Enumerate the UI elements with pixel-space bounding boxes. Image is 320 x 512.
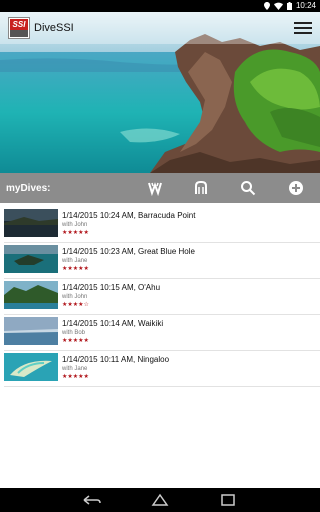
- dive-list-item[interactable]: 1/14/2015 10:15 AM, O'Ahu with John ★★★★…: [4, 279, 320, 315]
- home-icon[interactable]: [150, 493, 170, 507]
- mydives-toolbar: myDives:: [0, 173, 320, 203]
- dive-thumbnail: [4, 353, 58, 381]
- status-bar: 10:24: [0, 0, 320, 12]
- status-time: 10:24: [295, 1, 316, 10]
- dive-rating: ★★★★★: [62, 230, 89, 236]
- dive-sites-icon[interactable]: [147, 180, 163, 196]
- dive-list-item[interactable]: 1/14/2015 10:14 AM, Waikiki with Bob ★★★…: [4, 315, 320, 351]
- mydives-label: myDives:: [6, 183, 51, 194]
- system-nav-bar: [0, 488, 320, 512]
- wifi-icon: [273, 2, 283, 10]
- app-bar: SSI DiveSSI: [0, 12, 320, 44]
- battery-icon: [286, 1, 292, 10]
- dive-list: 1/14/2015 10:24 AM, Barracuda Point with…: [0, 207, 320, 387]
- ssi-logo: SSI: [8, 17, 30, 39]
- back-icon[interactable]: [82, 493, 102, 507]
- dive-rating: ★★★★★: [62, 338, 89, 344]
- dive-rating: ★★★★★: [62, 374, 89, 380]
- recents-icon[interactable]: [218, 493, 238, 507]
- dive-buddy: with Jane: [62, 366, 88, 372]
- dive-thumbnail: [4, 317, 58, 345]
- dive-rating: ★★★★★: [62, 266, 89, 272]
- dive-list-item[interactable]: 1/14/2015 10:11 AM, Ningaloo with Jane ★…: [4, 351, 320, 387]
- dive-thumbnail: [4, 281, 58, 309]
- dive-buddies-icon[interactable]: [193, 180, 209, 196]
- search-icon[interactable]: [240, 180, 256, 196]
- dive-buddy: with John: [62, 222, 88, 228]
- dive-thumbnail: [4, 245, 58, 273]
- location-icon: [263, 1, 270, 10]
- dive-title: 1/14/2015 10:14 AM, Waikiki: [62, 319, 164, 328]
- dive-list-item[interactable]: 1/14/2015 10:23 AM, Great Blue Hole with…: [4, 243, 320, 279]
- dive-title: 1/14/2015 10:15 AM, O'Ahu: [62, 283, 161, 292]
- dive-list-item[interactable]: 1/14/2015 10:24 AM, Barracuda Point with…: [4, 207, 320, 243]
- dive-title: 1/14/2015 10:24 AM, Barracuda Point: [62, 211, 196, 220]
- dive-buddy: with John: [62, 294, 88, 300]
- add-icon[interactable]: [288, 180, 304, 196]
- dive-buddy: with Jane: [62, 258, 88, 264]
- app-title: DiveSSI: [34, 22, 74, 34]
- menu-icon[interactable]: [294, 20, 312, 36]
- dive-thumbnail: [4, 209, 58, 237]
- dive-title: 1/14/2015 10:23 AM, Great Blue Hole: [62, 247, 195, 256]
- dive-rating: ★★★★☆: [62, 302, 89, 308]
- dive-title: 1/14/2015 10:11 AM, Ningaloo: [62, 355, 170, 364]
- dive-buddy: with Bob: [62, 330, 86, 336]
